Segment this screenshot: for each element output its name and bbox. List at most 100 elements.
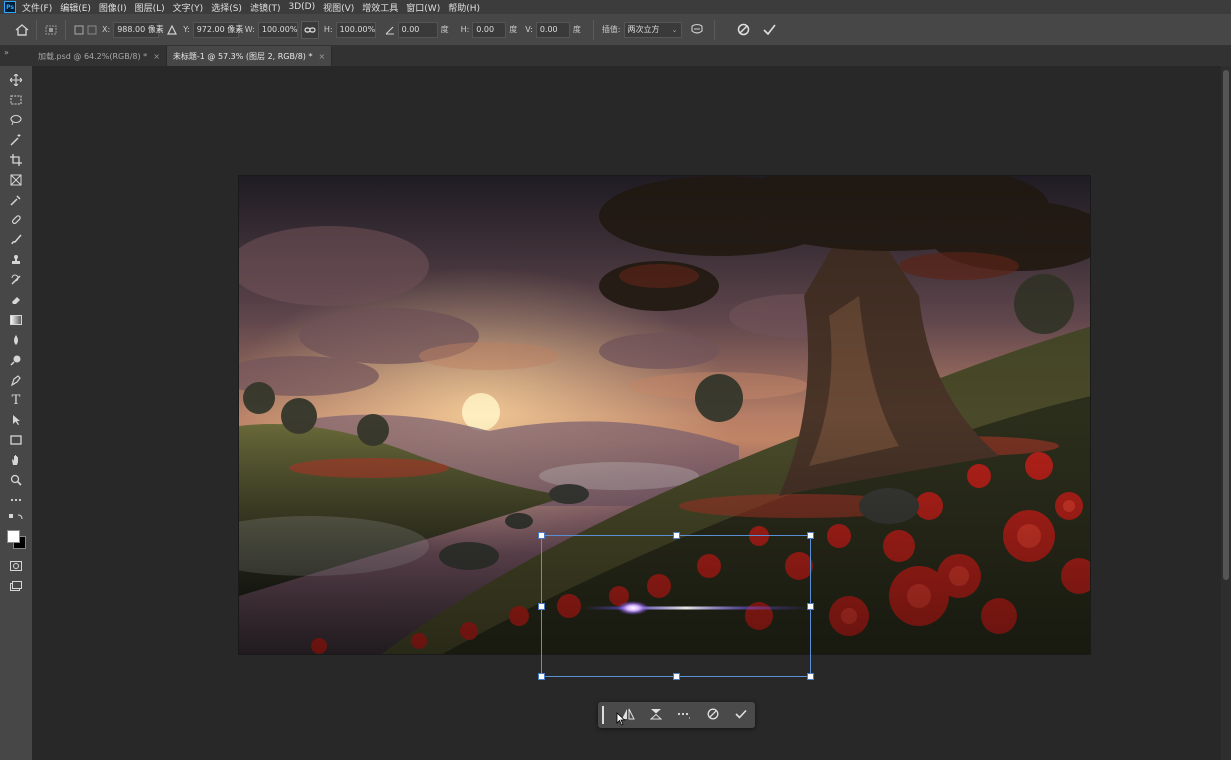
angle-unit: 度 [440,25,449,34]
y-label: Y: [183,25,190,34]
type-tool-icon[interactable]: T [7,391,25,409]
document-tab-bar: 加载.psd @ 64.2%(RGB/8) * × 未标题-1 @ 57.3% … [32,46,1231,66]
interpolation-label: 插值: [601,25,621,34]
vertical-scrollbar[interactable] [1221,66,1231,760]
tab-document-2[interactable]: 未标题-1 @ 57.3% (图层 2, RGB/8) * × [166,46,333,66]
tab-document-1[interactable]: 加载.psd @ 64.2%(RGB/8) * × [32,46,167,66]
cancel-icon [707,708,719,723]
menu-window[interactable]: 窗口(W) [406,1,440,14]
history-brush-icon[interactable] [7,271,25,289]
commit-transform-icon[interactable] [759,24,781,35]
menu-plugins[interactable]: 增效工具 [362,1,398,14]
menu-view[interactable]: 视图(V) [323,1,354,14]
horizontal-skew-label: H: [460,25,470,34]
transform-handle-top-center[interactable] [673,532,680,539]
zoom-tool-icon[interactable] [7,471,25,489]
tools-panel: T [0,66,32,760]
x-position-field[interactable]: 988.00 像素 [113,21,164,38]
menu-3d[interactable]: 3D(D) [288,2,315,12]
dodge-icon[interactable] [7,351,25,369]
menu-filter[interactable]: 滤镜(T) [250,1,281,14]
move-tool-icon[interactable] [7,71,25,89]
transform-handle-bottom-center[interactable] [673,673,680,680]
checkmark-icon [735,709,747,722]
blur-icon[interactable] [7,331,25,349]
horizontal-skew-unit: 度 [509,25,518,34]
height-field[interactable]: 100.00% [335,21,376,38]
menu-layer[interactable]: 图层(L) [135,1,165,14]
crop-tool-icon[interactable] [7,151,25,169]
magic-wand-icon[interactable] [7,131,25,149]
screen-mode-icon[interactable] [7,577,25,595]
menu-bar: Ps 文件(F) 编辑(E) 图像(I) 图层(L) 文字(Y) 选择(S) 滤… [0,0,1231,14]
more-options-button[interactable] [670,704,698,726]
menu-image[interactable]: 图像(I) [99,1,127,14]
photoshop-app-icon[interactable]: Ps [4,1,16,13]
marquee-tool-icon[interactable] [7,91,25,109]
path-select-icon[interactable] [7,411,25,429]
color-swatches[interactable] [5,528,27,552]
mouse-cursor-icon [616,711,626,726]
healing-brush-icon[interactable] [7,211,25,229]
transform-handle-top-right[interactable] [807,532,814,539]
flip-vertical-button[interactable] [642,704,670,726]
commit-button[interactable] [727,704,755,726]
h-label: H: [323,25,333,34]
rotate-angle-icon [382,25,398,35]
flip-vertical-icon [649,708,663,723]
task-bar-grip-handle[interactable] [602,706,604,724]
vertical-skew-label: V: [525,25,533,34]
menu-type[interactable]: 文字(Y) [173,1,204,14]
transform-handle-middle-right[interactable] [807,603,814,610]
width-field[interactable]: 100.00% [257,21,298,38]
menu-select[interactable]: 选择(S) [211,1,242,14]
warp-mode-icon[interactable] [686,23,708,37]
menu-edit[interactable]: 编辑(E) [60,1,91,14]
panel-collapse-toggle[interactable]: » [0,46,32,66]
chevron-down-icon: ⌄ [671,25,678,34]
cancel-transform-icon[interactable] [733,23,755,36]
menu-file[interactable]: 文件(F) [22,1,52,14]
maintain-aspect-ratio-link-icon[interactable] [300,20,319,39]
more-tools-icon[interactable] [7,491,25,509]
hand-tool-icon[interactable] [7,451,25,469]
eyedropper-icon[interactable] [7,191,25,209]
pen-tool-icon[interactable] [7,371,25,389]
tab-close-button[interactable]: × [318,52,325,61]
transform-bounding-box[interactable] [538,532,814,680]
foreground-color-swatch[interactable] [7,530,20,543]
horizontal-skew-field[interactable]: 0.00 [472,21,507,38]
reference-point-grid-icon[interactable] [72,25,100,35]
transform-handle-bottom-left[interactable] [538,673,545,680]
eraser-icon[interactable] [7,291,25,309]
interpolation-select[interactable]: 两次立方 ⌄ [623,21,682,38]
cancel-button[interactable] [699,704,727,726]
transform-handle-bottom-right[interactable] [807,673,814,680]
brush-tool-icon[interactable] [7,231,25,249]
relative-position-delta-icon[interactable] [163,24,181,35]
rotate-angle-field[interactable]: 0.00 [397,21,438,38]
x-label: X: [102,25,111,34]
w-label: W: [244,25,255,34]
quick-mask-icon[interactable] [7,557,25,575]
vertical-skew-field[interactable]: 0.00 [535,21,570,38]
lasso-tool-icon[interactable] [7,111,25,129]
home-icon[interactable] [14,23,30,36]
more-options-icon [677,709,691,722]
options-bar: X: 988.00 像素 Y: 972.00 像素 W: 100.00% H: … [0,14,1231,46]
frame-tool-icon[interactable] [7,171,25,189]
tab-label: 未标题-1 @ 57.3% (图层 2, RGB/8) * [172,51,313,61]
stamp-tool-icon[interactable] [7,251,25,269]
tab-close-button[interactable]: × [153,52,160,61]
gradient-icon[interactable] [7,311,25,329]
vertical-skew-unit: 度 [572,25,581,34]
swap-colors-icon[interactable] [7,511,25,523]
interpolation-value: 两次立方 [627,25,660,34]
reference-point-toggle-icon[interactable] [43,25,59,35]
rectangle-tool-icon[interactable] [7,431,25,449]
menu-help[interactable]: 帮助(H) [448,1,480,14]
transform-handle-middle-left[interactable] [538,603,545,610]
scrollbar-thumb[interactable] [1223,70,1229,580]
y-position-field[interactable]: 972.00 像素 [192,21,243,38]
transform-handle-top-left[interactable] [538,532,545,539]
